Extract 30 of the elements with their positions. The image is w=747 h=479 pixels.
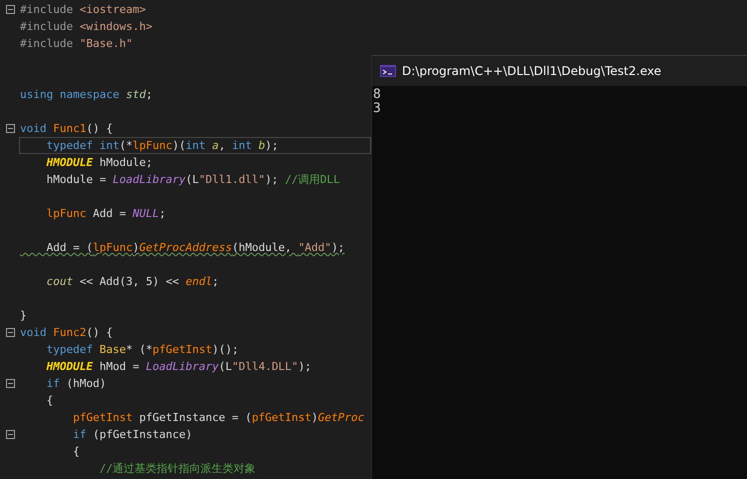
code-line: void Func1() { bbox=[20, 121, 114, 136]
collapse-icon[interactable] bbox=[6, 5, 14, 14]
code-line: #include <iostream> bbox=[20, 2, 147, 17]
code-line: typedef Base* (*pfGetInst)(); bbox=[45, 342, 240, 357]
code-line: hModule = LoadLibrary(L"Dll1.dll"); //调用DLL bbox=[45, 172, 342, 187]
console-output: 8 bbox=[372, 89, 382, 100]
console-icon bbox=[380, 65, 396, 77]
collapse-icon[interactable] bbox=[6, 124, 14, 133]
window-title: D:\program\C++\DLL\Dll1\Debug\Test2.exe bbox=[402, 64, 662, 78]
code-line: { bbox=[45, 393, 54, 408]
collapse-icon[interactable] bbox=[6, 379, 14, 388]
code-line: typedef int(*lpFunc)(int a, int b); bbox=[20, 138, 370, 153]
collapse-icon[interactable] bbox=[6, 328, 14, 337]
code-line: #include "Base.h" bbox=[20, 36, 134, 51]
code-line: lpFunc Add = NULL; bbox=[45, 206, 167, 221]
code-line: } bbox=[20, 308, 28, 323]
code-line: using namespace std; bbox=[20, 87, 154, 102]
console-output: 3 bbox=[372, 103, 382, 114]
code-line: pfGetInst pfGetInstance = (pfGetInst)GetProc bbox=[72, 410, 366, 425]
code-line: HMODULE hModule; bbox=[45, 155, 154, 170]
code-line: #include <windows.h> bbox=[20, 19, 154, 34]
code-line: { bbox=[72, 444, 81, 459]
code-line: void Func2() { bbox=[20, 325, 114, 340]
code-line: Add = (lpFunc)GetProcAddress(hModule, "Add"); bbox=[45, 240, 346, 255]
code-line: cout << Add(3, 5) << endl; bbox=[45, 274, 220, 289]
code-line: if (hMod) bbox=[45, 376, 108, 391]
collapse-icon[interactable] bbox=[6, 430, 14, 439]
code-line: //通过基类指针指向派生类对象 bbox=[98, 461, 257, 476]
code-line: if (pfGetInstance) bbox=[72, 427, 194, 442]
code-line: HMODULE hMod = LoadLibrary(L"Dll4.DLL"); bbox=[45, 359, 312, 374]
